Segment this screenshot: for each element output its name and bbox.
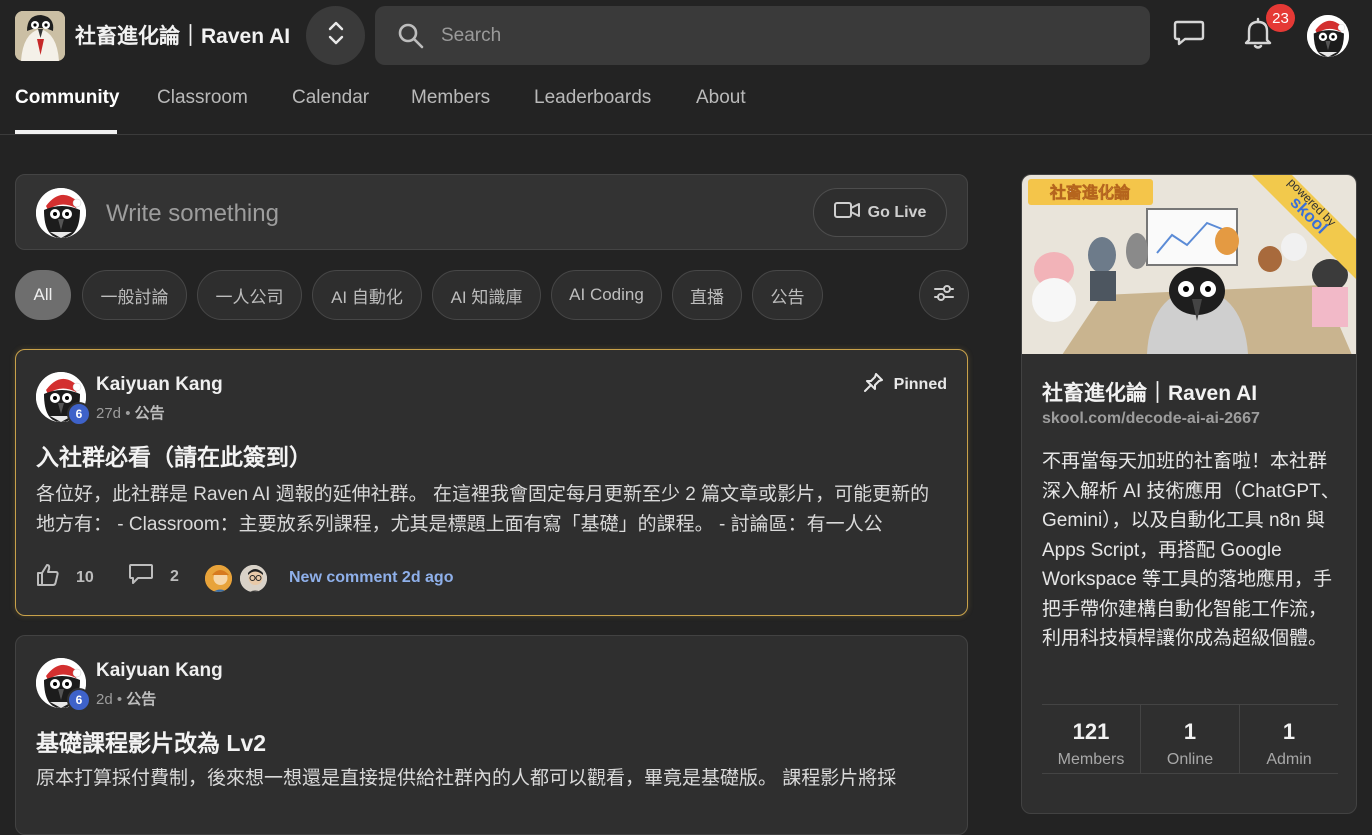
community-title: 社畜進化論｜Raven AI (1042, 382, 1258, 405)
search-bar[interactable] (375, 6, 1150, 65)
post-meta: 27d • 公告 (96, 405, 165, 422)
author-name[interactable]: Kaiyuan Kang (96, 660, 223, 682)
swap-vertical-icon (325, 20, 347, 51)
go-live-label: Go Live (867, 203, 927, 221)
filter-chip-live[interactable]: 直播 (672, 270, 742, 320)
post-category[interactable]: 公告 (126, 691, 156, 708)
user-avatar[interactable] (1307, 15, 1349, 57)
community-logo[interactable] (15, 11, 65, 61)
stat-value: 121 (1072, 719, 1110, 744)
community-info-card: 社畜進化論 powered by skool 社畜進化論｜Raven AI sk… (1021, 174, 1357, 814)
stat-members[interactable]: 121 Members (1042, 705, 1141, 773)
filter-chip-ai-automation[interactable]: AI 自動化 (312, 270, 422, 320)
comment-button[interactable]: 2 (128, 563, 179, 590)
filter-chip-all[interactable]: All (15, 270, 71, 320)
go-live-button[interactable]: Go Live (813, 188, 947, 237)
tab-members[interactable]: Members (411, 87, 490, 109)
filter-chip-ai-coding[interactable]: AI Coding (551, 270, 662, 320)
post-age: 27d (96, 405, 122, 422)
avatar (36, 188, 86, 238)
top-header: 社畜進化論｜Raven AI 23 (0, 0, 1372, 70)
post-meta: 2d • 公告 (96, 691, 157, 708)
category-filters: All 一般討論 一人公司 AI 自動化 AI 知識庫 AI Coding 直播… (15, 270, 969, 320)
tab-about[interactable]: About (696, 87, 746, 109)
search-input[interactable] (441, 24, 1091, 47)
community-stats: 121 Members 1 Online 1 Admin (1042, 704, 1338, 774)
chat-button[interactable] (1172, 18, 1206, 52)
tab-calendar[interactable]: Calendar (292, 87, 369, 109)
community-name[interactable]: 社畜進化論｜Raven AI (75, 20, 290, 50)
post-title[interactable]: 入社群必看（請在此簽到） (36, 438, 312, 472)
commenter-avatar[interactable] (238, 563, 269, 594)
video-camera-icon (833, 201, 860, 224)
level-badge: 6 (67, 402, 91, 426)
stat-admin[interactable]: 1 Admin (1240, 705, 1338, 773)
level-badge: 6 (67, 688, 91, 712)
search-icon (397, 22, 425, 50)
cover-banner-text: 社畜進化論 (1049, 183, 1131, 202)
write-something-input[interactable]: Write something (106, 200, 279, 228)
commenter-avatar[interactable] (203, 563, 234, 594)
community-switcher-button[interactable] (306, 6, 365, 65)
stat-label: Online (1166, 751, 1214, 768)
stat-value: 1 (1282, 719, 1296, 744)
main-nav: Community Classroom Calendar Members Lea… (0, 70, 1372, 135)
author-name[interactable]: Kaiyuan Kang (96, 374, 223, 396)
post-card-pinned[interactable]: 6 Kaiyuan Kang 27d • 公告 Pinned 入社群必看（請在此… (15, 349, 968, 616)
tab-community[interactable]: Community (15, 87, 120, 109)
filter-chip-ai-knowledge[interactable]: AI 知識庫 (432, 270, 541, 320)
community-cover-image: 社畜進化論 powered by skool (1022, 175, 1356, 355)
post-excerpt: 各位好，此社群是 Raven AI 週報的延伸社群。 在這裡我會固定每月更新至少… (36, 484, 930, 535)
post-title[interactable]: 基礎課程影片改為 Lv2 (36, 724, 266, 758)
stat-label: Members (1057, 751, 1125, 768)
chat-icon (1173, 19, 1205, 52)
pinned-tag: Pinned (863, 372, 947, 397)
active-tab-indicator (15, 130, 117, 134)
community-url[interactable]: skool.com/decode-ai-ai-2667 (1042, 410, 1260, 428)
pinned-label: Pinned (893, 375, 947, 393)
post-excerpt: 原本打算採付費制，後來想一想還是直接提供給社群內的人都可以觀看，畢竟是基礎版。 … (36, 768, 897, 789)
sliders-icon (933, 282, 955, 309)
notification-count-badge[interactable]: 23 (1266, 4, 1295, 32)
post-actions: 10 2 New comment 2d ago (36, 563, 936, 594)
community-description: 不再當每天加班的社畜啦！本社群深入解析 AI 技術應用（ChatGPT、Gemi… (1042, 451, 1340, 649)
new-comment-link[interactable]: New comment 2d ago (289, 569, 453, 587)
tab-leaderboards[interactable]: Leaderboards (534, 87, 651, 109)
stat-online[interactable]: 1 Online (1141, 705, 1240, 773)
filter-chip-general[interactable]: 一般討論 (82, 270, 187, 320)
filter-chip-solo-company[interactable]: 一人公司 (197, 270, 302, 320)
post-composer[interactable]: Write something Go Live (15, 174, 968, 250)
filter-settings-button[interactable] (919, 270, 969, 320)
stat-label: Admin (1266, 751, 1312, 768)
post-age: 2d (96, 691, 113, 708)
post-card[interactable]: 6 Kaiyuan Kang 2d • 公告 基礎課程影片改為 Lv2 原本打算… (15, 635, 968, 835)
comment-icon (128, 563, 154, 590)
stat-value: 1 (1183, 719, 1197, 744)
comment-count: 2 (170, 567, 179, 585)
like-count: 10 (76, 568, 94, 586)
like-button[interactable]: 10 (36, 563, 94, 592)
post-category[interactable]: 公告 (135, 405, 165, 422)
filter-chip-announcement[interactable]: 公告 (752, 270, 823, 320)
tab-classroom[interactable]: Classroom (157, 87, 248, 109)
thumbs-up-icon (36, 563, 60, 592)
pin-icon (863, 372, 884, 397)
